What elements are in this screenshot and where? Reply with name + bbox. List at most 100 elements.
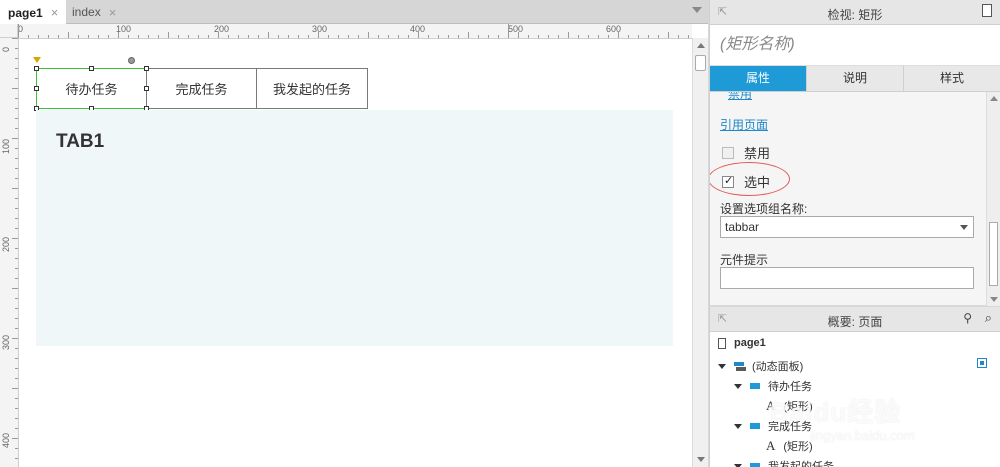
ruler-tick [15, 178, 18, 179]
inspector-scrollbar[interactable] [986, 92, 1000, 306]
tab-style[interactable]: 样式 [904, 66, 1000, 91]
reference-page-link[interactable]: 引用页面 [720, 116, 768, 133]
resize-handle[interactable] [144, 86, 149, 91]
ruler-tick [468, 32, 469, 38]
tree-item-state[interactable]: 完成任务 [734, 418, 812, 434]
ruler-tick [15, 278, 18, 279]
document-tab-bar: page1 × index × [0, 0, 708, 25]
ruler-tick [18, 24, 19, 38]
ruler-tick [658, 35, 659, 38]
tree-item-label: page1 [734, 337, 766, 349]
scroll-up-icon[interactable] [990, 96, 998, 101]
tab-label: 待办任务 [65, 82, 118, 97]
chevron-down-icon[interactable] [960, 225, 968, 230]
ruler-tick [488, 35, 489, 38]
disabled-label: 禁用 [744, 146, 771, 161]
ruler-tick [578, 35, 579, 38]
ruler-tick [288, 35, 289, 38]
state-toggle-icon[interactable] [977, 358, 987, 368]
tab-list-dropdown-icon[interactable] [692, 7, 702, 13]
tree-item-label: (矩形) [783, 441, 813, 453]
disabled-checkbox[interactable] [722, 146, 734, 159]
expand-triangle-icon[interactable] [734, 383, 742, 389]
ruler-tick [168, 32, 169, 38]
expand-triangle-icon[interactable] [734, 463, 742, 467]
ruler-tick [298, 35, 299, 38]
group-name-select[interactable]: tabbar [720, 216, 974, 238]
resize-handle[interactable] [34, 86, 39, 91]
scroll-thumb[interactable] [695, 55, 706, 71]
scroll-down-icon[interactable] [697, 457, 705, 462]
expand-triangle-icon[interactable] [718, 363, 726, 369]
ruler-tick [15, 408, 18, 409]
ruler-tick [678, 35, 679, 38]
ruler-tick [68, 32, 69, 38]
ruler-tick [668, 32, 669, 38]
tree-item-state[interactable]: 待办任务 [734, 378, 812, 394]
inspector-body: 禁用 引用页面 禁用 选中 设置选项组名称: tabbar 元件提示 [710, 92, 1000, 306]
ruler-tick [12, 188, 18, 189]
ruler-corner [0, 24, 18, 38]
disable-link[interactable]: 禁用 [728, 92, 752, 102]
doc-tab-page1[interactable]: page1 × [0, 0, 67, 25]
ruler-label: 300 [312, 24, 328, 34]
panel-title: TAB1 [56, 131, 105, 152]
ruler-tick [15, 248, 18, 249]
tree-item-dynamic-panel[interactable]: (动态面板) [718, 358, 993, 374]
tree-item-widget[interactable]: A (矩形) [766, 438, 813, 454]
search-icon[interactable]: ⌕ [985, 310, 992, 326]
scroll-thumb[interactable] [989, 222, 998, 286]
ruler-tick [308, 35, 309, 38]
close-icon[interactable]: × [109, 5, 117, 20]
tab-initiated[interactable]: 我发起的任务 [256, 68, 368, 109]
filter-icon[interactable]: ⚲ [963, 311, 972, 325]
tree-item-widget[interactable]: A (矩形) [766, 398, 813, 414]
scroll-down-icon[interactable] [990, 297, 998, 302]
tree-item-page[interactable]: page1 [718, 337, 766, 349]
canvas-scrollbar[interactable] [692, 38, 708, 467]
doc-tab-index[interactable]: index × [64, 0, 124, 24]
ruler-tick [388, 35, 389, 38]
doc-tab-label: page1 [8, 5, 43, 20]
ruler-tick [15, 198, 18, 199]
ruler-tick [248, 35, 249, 38]
ruler-tick [228, 35, 229, 38]
ruler-tick [15, 108, 18, 109]
page-icon[interactable] [982, 4, 992, 17]
tab-todo[interactable]: 待办任务 [36, 68, 147, 109]
ruler-tick [28, 35, 29, 38]
tree-item-state[interactable]: 我发起的任务 [734, 458, 834, 467]
state-icon [750, 383, 760, 389]
resize-handle[interactable] [89, 66, 94, 71]
shape-name-field[interactable]: (矩形名称) [710, 25, 1000, 66]
outline-header: ⇱ 概要: 页面 ⚲ ⌕ [710, 307, 1000, 332]
ruler-tick [15, 58, 18, 59]
ruler-tick [238, 35, 239, 38]
tab-properties[interactable]: 属性 [710, 66, 807, 91]
ruler-tick [178, 35, 179, 38]
rotate-handle[interactable] [128, 57, 135, 64]
disabled-checkbox-row[interactable]: 禁用 [722, 143, 770, 162]
ruler-tick [258, 35, 259, 38]
scroll-up-icon[interactable] [697, 43, 705, 48]
ruler-tick [338, 35, 339, 38]
resize-handle[interactable] [144, 66, 149, 71]
close-icon[interactable]: × [51, 5, 59, 20]
ruler-label: 500 [508, 24, 524, 34]
ruler-tick [38, 35, 39, 38]
dynamic-panel[interactable]: TAB1 [36, 110, 673, 346]
design-canvas[interactable]: 待办任务 完成任务 我发起的任务 TAB1 [19, 39, 692, 467]
editor-area: page1 × index × 0 100 200 300 400 500 60… [0, 0, 708, 467]
resize-handle[interactable] [34, 66, 39, 71]
ruler-label: 300 [1, 334, 11, 350]
tab-notes[interactable]: 说明 [807, 66, 904, 91]
text-widget-icon: A [766, 438, 776, 453]
ruler-tick [508, 24, 509, 38]
tab-completed[interactable]: 完成任务 [146, 68, 257, 109]
ruler-tick [568, 32, 569, 38]
outline-title: 概要: 页面 [827, 315, 883, 329]
ruler-tick [78, 35, 79, 38]
ruler-tick [648, 35, 649, 38]
expand-triangle-icon[interactable] [734, 423, 742, 429]
tooltip-input[interactable] [720, 267, 974, 289]
